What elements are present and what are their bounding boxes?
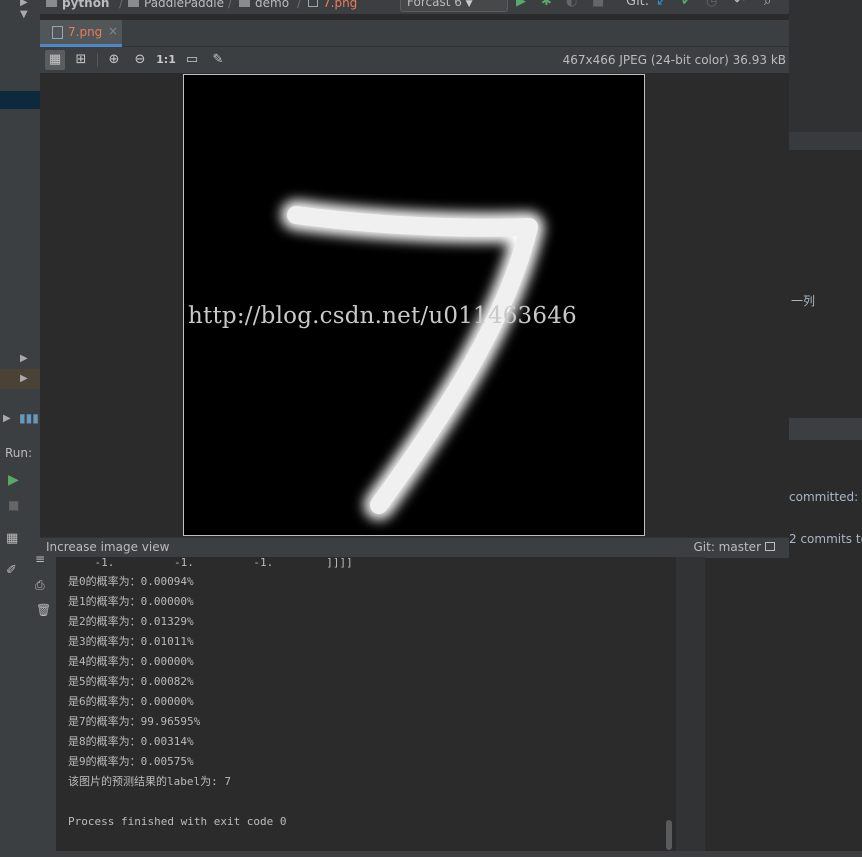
collapse-arrow-icon[interactable]: ▼: [20, 9, 28, 20]
history-icon[interactable]: ◷: [706, 0, 717, 9]
chessboard-toggle-icon[interactable]: ▦: [45, 50, 65, 70]
commit-icon[interactable]: ✔: [681, 0, 692, 9]
tab-7-png[interactable]: 7.png ×: [40, 20, 122, 47]
editor-tab-bar: 7.png ×: [40, 20, 789, 47]
console-line: 是8的概率为：0.00314%: [68, 735, 194, 748]
console-output[interactable]: -1. -1. -1. ]]]] 是0的概率为：0.00094% 是1的概率为：…: [56, 556, 676, 857]
update-project-icon[interactable]: ↙: [656, 0, 667, 9]
chevron-down-icon: ▼: [465, 0, 473, 9]
search-icon[interactable]: ⌕: [764, 0, 771, 9]
image-info: 467x466 JPEG (24-bit color) 36.93 kB: [562, 53, 786, 67]
console-gutter: [676, 557, 705, 857]
pin-icon[interactable]: ✐: [6, 563, 17, 578]
layout-icon[interactable]: ▦: [6, 531, 18, 546]
folder-icon: [46, 0, 57, 7]
console-line: 是4的概率为：0.00000%: [68, 655, 194, 668]
close-icon[interactable]: ×: [108, 24, 118, 38]
rerun-icon[interactable]: ▶: [8, 472, 19, 488]
console-line: 是6的概率为：0.00000%: [68, 695, 194, 708]
image-toolbar: ▦ ⊞ ⊕ ⊖ 1:1 ▭ ✎ 467x466 JPEG (24-bit col…: [40, 47, 789, 73]
run-panel-title: Run:: [5, 446, 33, 460]
soft-wrap-icon[interactable]: ≡: [35, 552, 45, 566]
watermark-text: http://blog.csdn.net/u011463646: [188, 303, 577, 329]
debug-icon[interactable]: ✱: [541, 0, 552, 9]
actual-size-button[interactable]: 1:1: [156, 50, 176, 70]
console-line: 是9的概率为：0.00575%: [68, 755, 194, 768]
grid-toggle-icon[interactable]: ⊞: [71, 50, 91, 70]
console-line: 是5的概率为：0.00082%: [68, 675, 194, 688]
console-line: 该图片的预测结果的label为: 7: [68, 775, 231, 788]
console-line: 是0的概率为：0.00094%: [68, 575, 194, 588]
expand-arrow-icon[interactable]: ▶: [20, 353, 28, 364]
console-tool-strip: [30, 557, 56, 857]
status-message: Increase image view: [46, 540, 170, 554]
image-viewer-window: 7.png × ▦ ⊞ ⊕ ⊖ 1:1 ▭ ✎ 467x466 JPEG (24…: [40, 14, 789, 558]
stop-icon[interactable]: ■: [592, 0, 604, 9]
fit-zoom-icon[interactable]: ▭: [182, 50, 202, 70]
console-line: 是3的概率为：0.01011%: [68, 635, 194, 648]
zoom-in-icon[interactable]: ⊕: [104, 50, 124, 70]
folder-icon: [239, 0, 250, 7]
version-control-header: [789, 418, 862, 440]
breadcrumb-separator: /: [297, 0, 302, 10]
console-line: -1. -1. -1. ]]]]: [68, 556, 353, 569]
image-file-icon: [308, 0, 318, 7]
breadcrumb-separator: /: [228, 0, 233, 10]
color-picker-icon[interactable]: ✎: [208, 50, 228, 70]
breadcrumb-item[interactable]: PaddlePaddle: [128, 0, 224, 10]
project-selected-row[interactable]: [0, 91, 40, 109]
image-canvas[interactable]: http://blog.csdn.net/u011463646: [183, 74, 645, 536]
git-branch[interactable]: Git: master: [693, 540, 761, 554]
git-label: Git:: [626, 0, 650, 9]
run-icon[interactable]: ▶: [516, 0, 526, 9]
image-file-icon: [52, 26, 63, 39]
editor-top-area: [789, 0, 862, 132]
trash-icon[interactable]: 🗑: [36, 603, 51, 617]
editor-band: [789, 132, 862, 150]
chart-icon[interactable]: ▮▮▮: [19, 411, 39, 425]
navigation-toolbar: python / PaddlePaddle / demo / 7.png For…: [40, 0, 789, 14]
folder-icon: [128, 0, 139, 7]
expand-arrow-icon[interactable]: ▶: [20, 373, 28, 384]
commit-log-text: 2 commits to: [789, 532, 862, 546]
expand-arrow-icon[interactable]: ▶: [20, 0, 28, 8]
console-line: 是2的概率为：0.01329%: [68, 615, 194, 628]
zoom-out-icon[interactable]: ⊖: [130, 50, 150, 70]
breadcrumb-item[interactable]: python: [46, 0, 109, 10]
breadcrumb-item[interactable]: 7.png: [308, 0, 357, 10]
breadcrumb-item[interactable]: demo: [239, 0, 289, 10]
bottom-edge: [0, 851, 862, 857]
coverage-icon[interactable]: ◐: [566, 0, 577, 9]
background-text: 一列: [791, 294, 816, 308]
revert-icon[interactable]: ↶: [734, 0, 745, 9]
lock-icon[interactable]: [765, 542, 775, 551]
expand-arrow-icon[interactable]: ▶: [3, 413, 11, 424]
toolbar-divider: [97, 53, 98, 67]
stop-icon[interactable]: ■: [8, 498, 19, 512]
breadcrumb-separator: /: [119, 0, 124, 10]
run-configuration-select[interactable]: Forcast 6 ▼: [400, 0, 508, 12]
console-line: 是7的概率为：99.96595%: [68, 715, 201, 728]
tab-label: 7.png: [68, 25, 103, 39]
console-scrollbar[interactable]: [666, 820, 672, 850]
print-icon[interactable]: ⎙: [35, 578, 45, 593]
console-line: Process finished with exit code 0: [68, 815, 287, 828]
commit-log-text: committed: te: [789, 490, 862, 504]
console-line: 是1的概率为：0.00000%: [68, 595, 194, 608]
